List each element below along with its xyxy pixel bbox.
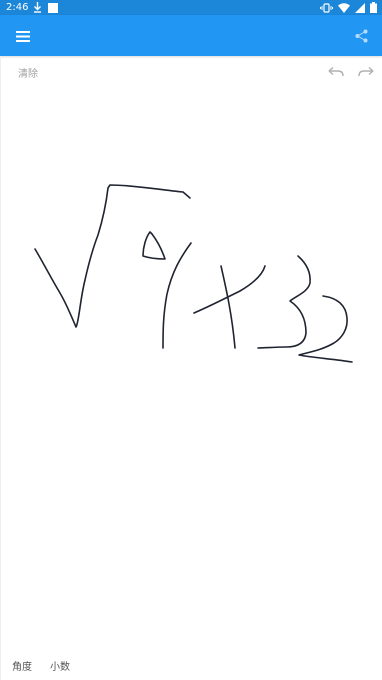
times-stroke-two bbox=[220, 265, 236, 349]
notification-square-icon bbox=[48, 2, 58, 13]
digit-four-loop bbox=[142, 231, 166, 260]
share-icon bbox=[355, 29, 367, 43]
wifi-icon bbox=[338, 2, 350, 13]
vibrate-icon bbox=[320, 2, 333, 13]
status-bar: 2:46 bbox=[0, 0, 382, 15]
redo-button[interactable] bbox=[357, 64, 375, 80]
decimal-mode-button[interactable]: 小数 bbox=[50, 658, 70, 673]
share-button[interactable] bbox=[350, 25, 372, 47]
battery-icon bbox=[370, 2, 377, 13]
undo-button[interactable] bbox=[327, 64, 345, 80]
toolbar-row: 清除 bbox=[0, 56, 382, 88]
signal-icon bbox=[355, 2, 365, 13]
clear-button[interactable]: 清除 bbox=[18, 65, 38, 80]
sqrt-stroke bbox=[34, 184, 191, 328]
digit-two-stroke bbox=[298, 295, 353, 363]
digit-three-stroke bbox=[257, 255, 311, 349]
app-bar bbox=[0, 15, 382, 56]
download-icon bbox=[34, 2, 41, 13]
menu-icon bbox=[16, 30, 30, 42]
menu-button[interactable] bbox=[12, 25, 34, 47]
status-left-icons bbox=[33, 2, 58, 13]
bottom-bar: 角度 小数 bbox=[0, 650, 382, 678]
handwriting-strokes bbox=[34, 184, 353, 363]
status-right-icons bbox=[320, 2, 377, 13]
angle-mode-button[interactable]: 角度 bbox=[12, 658, 32, 673]
undo-icon bbox=[328, 66, 344, 77]
status-time: 2:46 bbox=[6, 2, 29, 13]
drawing-canvas[interactable] bbox=[0, 88, 382, 638]
digit-four-stem bbox=[162, 242, 192, 349]
redo-icon bbox=[358, 66, 374, 77]
